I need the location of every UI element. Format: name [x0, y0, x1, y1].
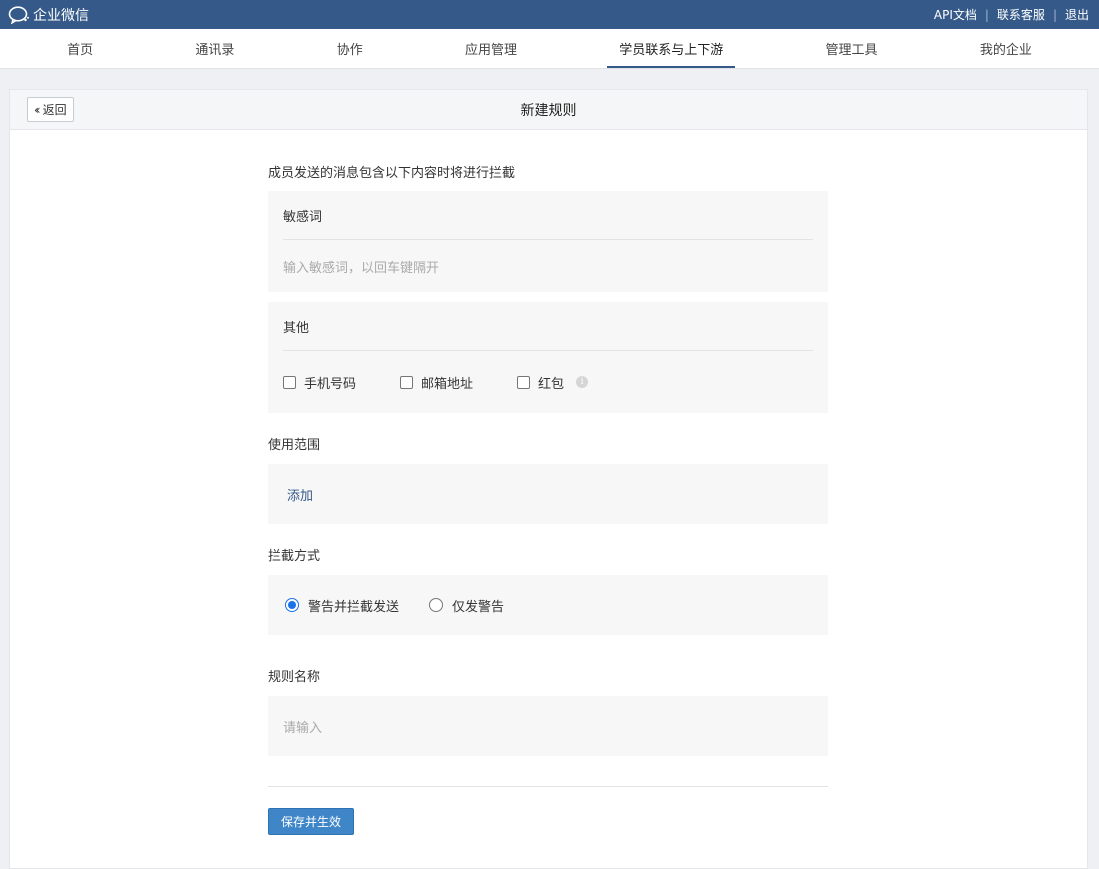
nav-collaboration[interactable]: 协作	[325, 29, 375, 68]
red-packet-checkbox[interactable]: 红包 i	[517, 373, 589, 392]
warn-only-radio[interactable]: 仅发警告	[429, 596, 504, 615]
checkbox-box[interactable]	[517, 375, 531, 389]
intercept-intro: 成员发送的消息包含以下内容时将进行拦截	[268, 166, 516, 181]
scope-label: 使用范围	[268, 438, 321, 453]
checkbox-label: 邮箱地址	[421, 376, 474, 392]
radio-circle[interactable]	[429, 598, 444, 612]
brand-name: 企业微信	[33, 7, 89, 24]
sensitive-words-placeholder: 输入敏感词，以回车键隔开	[283, 260, 440, 276]
back-label: 返回	[42, 103, 67, 117]
other-options-box: 其他 手机号码 邮箱地址 红包 i	[268, 302, 828, 413]
intercept-method-label: 拦截方式	[268, 549, 321, 564]
checkbox-box[interactable]	[283, 375, 296, 389]
footer-divider	[268, 786, 828, 787]
info-icon[interactable]: i	[576, 376, 589, 388]
sensitive-words-box: 敏感词 输入敏感词，以回车键隔开	[268, 191, 828, 292]
nav-home[interactable]: 首页	[55, 29, 105, 68]
card-header: ‹‹ 返回 新建规则	[10, 90, 1087, 130]
link-separator: |	[1052, 7, 1057, 22]
checkbox-box[interactable]	[400, 375, 414, 389]
email-address-checkbox[interactable]: 邮箱地址	[400, 373, 473, 392]
link-separator: |	[984, 7, 989, 22]
intercept-method-box: 警告并拦截发送 仅发警告	[268, 575, 828, 635]
nav-student-contacts[interactable]: 学员联系与上下游	[607, 29, 736, 68]
radio-circle[interactable]	[285, 598, 299, 612]
radio-label: 警告并拦截发送	[308, 599, 400, 615]
sensitive-words-input[interactable]: 输入敏感词，以回车键隔开	[268, 240, 828, 292]
radio-label: 仅发警告	[452, 599, 505, 615]
save-and-apply-button[interactable]: 保存并生效	[268, 808, 354, 835]
back-button[interactable]: ‹‹ 返回	[27, 97, 74, 122]
checkbox-label: 手机号码	[304, 376, 357, 392]
rule-name-label: 规则名称	[268, 670, 321, 685]
other-options-row: 手机号码 邮箱地址 红包 i	[268, 351, 828, 413]
phone-number-checkbox[interactable]: 手机号码	[283, 373, 356, 392]
top-links: API文档 | 联系客服 | 退出	[934, 6, 1089, 23]
nav-my-enterprise[interactable]: 我的企业	[968, 29, 1044, 68]
warn-and-block-radio[interactable]: 警告并拦截发送	[285, 596, 399, 615]
rule-name-input[interactable]: 请输入	[268, 696, 828, 756]
rule-name-placeholder: 请输入	[283, 720, 323, 736]
intercept-method-radios: 警告并拦截发送 仅发警告	[268, 575, 828, 635]
rule-editor-card: ‹‹ 返回 新建规则 成员发送的消息包含以下内容时将进行拦截 敏感词 输入敏感词…	[9, 89, 1088, 869]
brand-logo[interactable]: 企业微信	[8, 5, 89, 25]
contact-support-link[interactable]: 联系客服	[997, 6, 1045, 23]
api-docs-link[interactable]: API文档	[934, 6, 977, 23]
add-scope-link[interactable]: 添加	[287, 485, 313, 504]
nav-contacts[interactable]: 通讯录	[183, 29, 246, 68]
wecom-logo-icon	[8, 5, 29, 24]
nav-management-tools[interactable]: 管理工具	[814, 29, 890, 68]
double-chevron-left-icon: ‹‹	[34, 102, 40, 117]
checkbox-label: 红包	[538, 376, 565, 392]
sensitive-words-title: 敏感词	[283, 209, 323, 225]
nav-app-management[interactable]: 应用管理	[453, 29, 529, 68]
scope-box: 添加	[268, 464, 828, 524]
other-options-title: 其他	[283, 320, 310, 336]
logout-link[interactable]: 退出	[1065, 6, 1089, 23]
page-title: 新建规则	[520, 102, 577, 119]
top-bar: 企业微信 API文档 | 联系客服 | 退出	[0, 0, 1099, 29]
main-nav: 首页 通讯录 协作 应用管理 学员联系与上下游 管理工具 我的企业	[0, 29, 1099, 69]
